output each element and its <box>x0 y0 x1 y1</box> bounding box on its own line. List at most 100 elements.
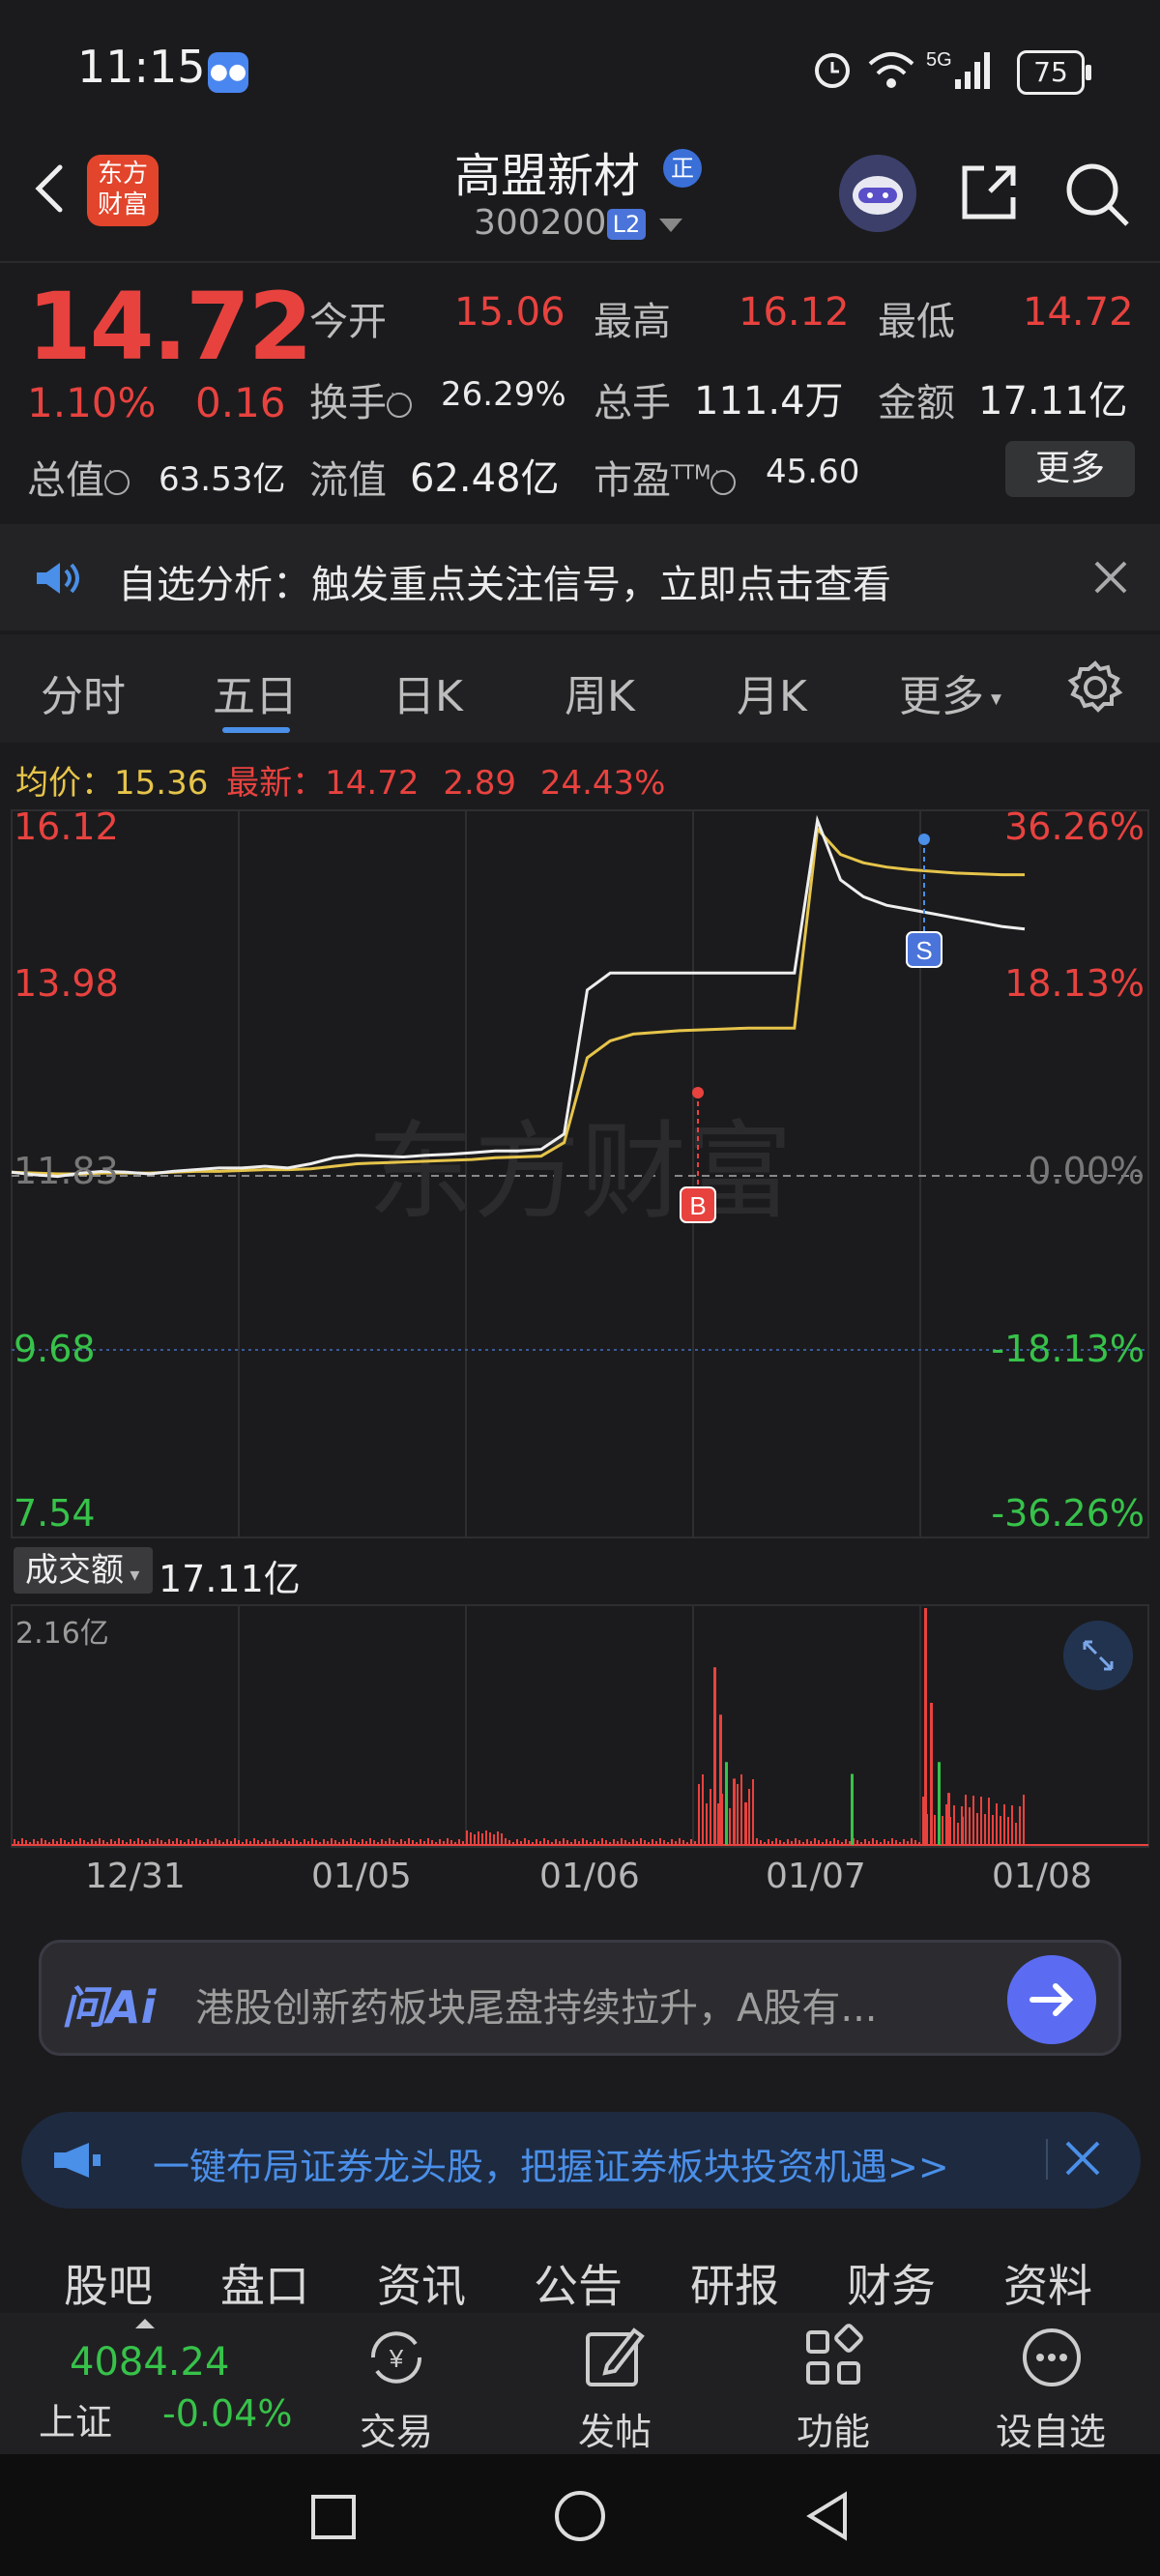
high-label: 最高 <box>594 300 671 344</box>
volume-bar <box>118 1838 120 1845</box>
volume-bar <box>826 1839 827 1845</box>
volume-bar <box>218 1840 220 1845</box>
promo-text[interactable]: 一键布局证券龙头股，把握证券板块投资机遇>> <box>153 2137 949 2190</box>
info-icon[interactable] <box>387 387 412 418</box>
volume-bar <box>338 1842 340 1845</box>
index-value[interactable]: 4084.24 <box>70 2340 229 2385</box>
volume-bar <box>114 1841 116 1845</box>
back-icon[interactable] <box>21 160 79 218</box>
functions-label[interactable]: 功能 <box>797 2402 870 2455</box>
latest-label: 最新： <box>226 764 326 803</box>
volume-bar <box>14 1839 15 1845</box>
home-circle-icon[interactable] <box>553 2489 607 2543</box>
close-icon[interactable] <box>1061 2137 1104 2180</box>
volume-bar <box>924 1608 927 1845</box>
search-icon[interactable] <box>1061 159 1131 228</box>
volume-bar <box>222 1842 224 1845</box>
post-edit-icon[interactable] <box>578 2321 652 2394</box>
volume-bar <box>841 1842 843 1845</box>
tab-intraday[interactable]: 分时 <box>41 661 126 723</box>
share-icon[interactable] <box>955 159 1023 226</box>
functions-grid-icon[interactable] <box>797 2321 870 2394</box>
ai-prompt-text[interactable]: 港股创新药板块尾盘持续拉升，A股有... <box>195 1976 878 2033</box>
trade-icon[interactable]: ¥ <box>360 2321 433 2394</box>
sell-marker: S <box>906 834 942 968</box>
volume-bar <box>992 1815 994 1845</box>
arrow-right-icon[interactable] <box>1007 1955 1096 2044</box>
more-dots-icon[interactable] <box>1015 2321 1088 2394</box>
volume-bar <box>601 1838 603 1845</box>
volume-bar <box>655 1841 657 1845</box>
volume-bar <box>44 1840 46 1845</box>
volume-bar <box>551 1842 553 1845</box>
network-type: 5G <box>926 49 952 71</box>
notice-text[interactable]: 自选分析：触发重点关注信号，立即点击查看 <box>118 553 891 609</box>
volume-bar <box>594 1839 595 1845</box>
more-quote-button[interactable]: 更多 <box>1005 441 1135 497</box>
tab-daily-k[interactable]: 日K <box>392 661 463 723</box>
volume-bar <box>760 1840 762 1845</box>
settings-gear-icon[interactable] <box>1067 659 1123 716</box>
price-change: 0.16 <box>195 379 286 426</box>
y-tick-right: 36.26% <box>1004 805 1145 848</box>
volume-bar <box>1000 1816 1001 1845</box>
volume-bar <box>458 1839 460 1845</box>
tab-five-day[interactable]: 五日 <box>213 661 298 723</box>
volume-bar <box>605 1840 607 1845</box>
pe-label: 市盈TTM <box>594 449 737 505</box>
tab-weekly-k[interactable]: 周K <box>565 661 635 723</box>
volume-bar <box>493 1834 495 1845</box>
ai-robot-icon[interactable] <box>839 155 916 232</box>
index-pct[interactable]: -0.04% <box>162 2392 292 2435</box>
volume-bar <box>102 1840 104 1845</box>
tab-forum[interactable]: 股吧 <box>64 2251 153 2315</box>
volume-value: 111.4万 <box>694 379 844 424</box>
level2-badge[interactable]: L2 <box>607 209 646 240</box>
volume-bar <box>640 1838 642 1845</box>
post-label[interactable]: 发帖 <box>578 2402 652 2455</box>
tab-finance[interactable]: 财务 <box>847 2251 936 2315</box>
chevron-down-icon[interactable] <box>659 219 682 232</box>
tab-monthly-k[interactable]: 月K <box>737 661 807 723</box>
info-icon[interactable] <box>104 464 130 495</box>
volume-bar <box>412 1840 414 1845</box>
recents-square-icon[interactable] <box>309 2493 358 2541</box>
legend-pct: 24.43% <box>539 764 666 803</box>
volume-bar <box>211 1841 213 1845</box>
tab-research[interactable]: 研报 <box>690 2251 779 2315</box>
high-value: 16.12 <box>739 290 850 335</box>
close-icon[interactable] <box>1088 555 1133 600</box>
tab-order-book[interactable]: 盘口 <box>220 2251 309 2315</box>
volume-bar <box>284 1839 286 1845</box>
tab-profile[interactable]: 资料 <box>1003 2251 1092 2315</box>
volume-bar <box>141 1840 143 1845</box>
volume-bar <box>478 1831 479 1845</box>
trade-label[interactable]: 交易 <box>360 2402 433 2455</box>
volume-frame <box>11 1604 1149 1848</box>
pct-change: 1.10% <box>27 379 157 426</box>
tab-more[interactable]: 更多 ▾ <box>899 661 1001 723</box>
volume-bar <box>168 1839 170 1845</box>
volume-bar <box>520 1841 522 1845</box>
info-icon[interactable] <box>710 464 737 495</box>
volume-metric-dropdown[interactable]: 成交额 ▾ <box>14 1547 153 1594</box>
volume-bar <box>740 1774 742 1845</box>
volume-bar <box>331 1838 333 1845</box>
five-day-price-chart[interactable]: 东方财富 16.12 13.98 11.83 9.68 7.54 36.26% … <box>0 803 1160 1866</box>
y-tick-left: 16.12 <box>14 805 119 848</box>
tab-announcements[interactable]: 公告 <box>534 2251 623 2315</box>
y-tick-left: 7.54 <box>14 1492 96 1535</box>
volume-bar <box>443 1841 445 1845</box>
chevron-up-icon[interactable] <box>135 2319 155 2328</box>
add-watchlist-label[interactable]: 设自选 <box>996 2402 1106 2455</box>
back-triangle-icon[interactable] <box>802 2489 851 2543</box>
volume-bar <box>787 1839 789 1845</box>
stock-code[interactable]: 300200 <box>474 203 606 243</box>
index-name[interactable]: 上证 <box>39 2392 112 2445</box>
volume-bar <box>914 1840 916 1845</box>
x-label: 01/06 <box>539 1857 640 1896</box>
tab-news[interactable]: 资讯 <box>377 2251 466 2315</box>
volume-bar <box>68 1842 70 1845</box>
y-tick-right: 18.13% <box>1004 962 1145 1005</box>
expand-icon[interactable] <box>1063 1621 1133 1690</box>
